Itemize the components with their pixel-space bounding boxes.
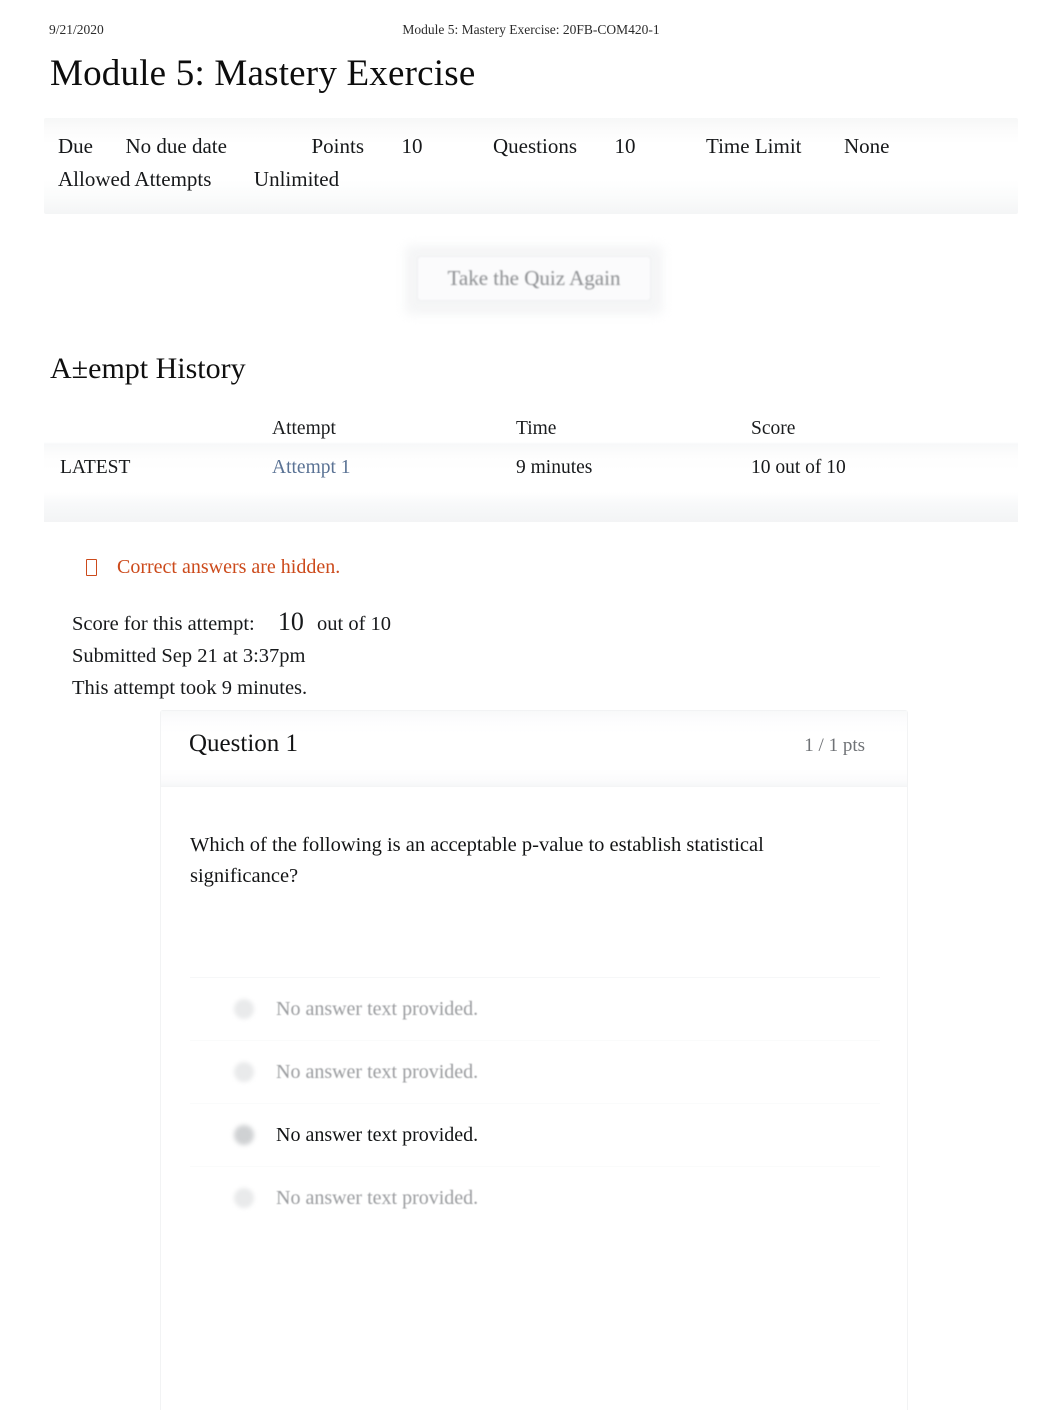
correct-answers-hidden-notice: Correct answers are hidden.: [86, 556, 340, 579]
radio-button-icon[interactable]: [234, 1062, 254, 1082]
column-header-attempt: Attempt: [272, 418, 336, 439]
attempt-history-heading: A±empt History: [50, 352, 246, 385]
duration-line: This attempt took 9 minutes.: [72, 677, 308, 699]
quiz-meta-row-attempts: Allowed Attempts Unlimited: [58, 167, 339, 192]
question-body: Which of the following is an acceptable …: [161, 787, 907, 1410]
questions-value: 10: [614, 134, 636, 158]
time-limit-value: None: [844, 134, 890, 158]
column-header-time: Time: [516, 418, 557, 439]
points-value: 10: [401, 134, 423, 158]
quiz-meta-row-primary: Due No due date Points 10 Questions 10 T…: [58, 134, 890, 159]
print-document-title: Module 5: Mastery Exercise: 20FB-COM420-…: [402, 22, 660, 37]
questions-label: Questions: [493, 134, 577, 158]
answer-option-label: No answer text provided.: [276, 1060, 479, 1083]
submitted-line: Submitted Sep 21 at 3:37pm: [72, 645, 306, 667]
answer-option-4[interactable]: No answer text provided.: [190, 1166, 880, 1229]
answer-option-1[interactable]: No answer text provided.: [190, 977, 880, 1040]
allowed-attempts-label: Allowed Attempts: [58, 167, 212, 191]
question-header: Question 1 1 / 1 pts: [161, 711, 907, 787]
answer-option-label: No answer text provided.: [276, 1186, 479, 1209]
score-value: 10: [277, 607, 304, 636]
page-title: Module 5: Mastery Exercise: [50, 53, 476, 94]
table-row-time-cell: 9 minutes: [516, 457, 593, 478]
score-suffix: out of 10: [317, 613, 392, 635]
table-row-latest-flag: LATEST: [60, 457, 131, 478]
attempt-history-table: Attempt Time Score LATEST Attempt 1 9 mi…: [44, 410, 1018, 522]
attempt-summary: Score for this attempt: 10 out of 10 Sub…: [72, 606, 391, 704]
answer-option-label: No answer text provided.: [276, 1123, 479, 1146]
radio-button-selected-icon[interactable]: [234, 1125, 254, 1145]
time-limit-label: Time Limit: [706, 134, 802, 158]
question-title: Question 1: [189, 730, 299, 757]
take-quiz-again-button[interactable]: Take the Quiz Again: [417, 256, 651, 301]
answer-option-3[interactable]: No answer text provided.: [190, 1103, 880, 1166]
notice-text: Correct answers are hidden.: [117, 556, 341, 578]
answer-option-label: No answer text provided.: [276, 997, 479, 1020]
radio-button-icon[interactable]: [234, 1188, 254, 1208]
table-row-attempt-cell: Attempt 1: [272, 457, 351, 479]
allowed-attempts-value: Unlimited: [253, 167, 340, 191]
due-value: No due date: [125, 134, 227, 158]
column-header-score: Score: [751, 418, 796, 439]
answer-options-list: No answer text provided. No answer text …: [190, 977, 880, 1229]
question-points: 1 / 1 pts: [804, 735, 865, 756]
question-text: Which of the following is an acceptable …: [190, 834, 764, 887]
retake-button-container: Take the Quiz Again: [405, 245, 663, 315]
points-label: Points: [311, 134, 364, 158]
score-label: Score for this attempt:: [72, 613, 255, 635]
attempt-score-line: Score for this attempt: 10 out of 10: [72, 606, 391, 640]
attempt-1-link[interactable]: Attempt 1: [272, 457, 351, 478]
missing-glyph-icon: [86, 559, 97, 576]
print-header: 9/21/2020 Module 5: Mastery Exercise: 20…: [0, 22, 1062, 44]
table-row-score-cell: 10 out of 10: [751, 457, 846, 478]
quiz-meta-band: Due No due date Points 10 Questions 10 T…: [44, 118, 1018, 214]
radio-button-icon[interactable]: [234, 999, 254, 1019]
answer-option-2[interactable]: No answer text provided.: [190, 1040, 880, 1103]
question-card: Question 1 1 / 1 pts Which of the follow…: [160, 710, 908, 1410]
due-label: Due: [58, 134, 93, 158]
